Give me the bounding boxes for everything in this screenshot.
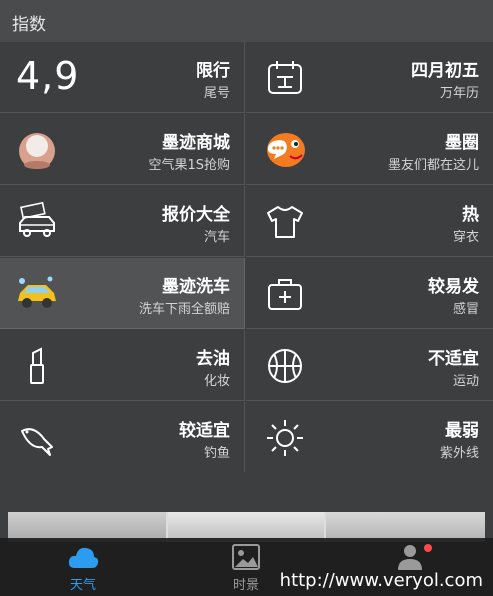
cell-moji-circle[interactable]: 墨圈 墨友们都在这儿: [246, 114, 493, 185]
cell-car-prices[interactable]: 报价大全 汽车: [0, 186, 245, 257]
section-divider: [0, 472, 493, 512]
header-bar: 指数: [0, 0, 493, 42]
cell-secondary: 运动: [452, 374, 479, 389]
sun-icon: [267, 420, 303, 456]
cell-primary: 报价大全: [162, 205, 230, 225]
index-grid: 4,9 限行 尾号 四月初五 万年历 墨迹商城 空气果1S抢购 墨圈 墨友们都在…: [0, 42, 493, 473]
cell-primary: 热: [462, 205, 479, 225]
car-price-icon: [19, 201, 55, 237]
person-icon: [398, 545, 422, 570]
cell-dressing[interactable]: 热 穿衣: [246, 186, 493, 257]
cell-car-wash[interactable]: 墨迹洗车 洗车下雨全额赔: [0, 258, 245, 329]
restriction-number: 4,9: [16, 54, 80, 98]
cell-secondary: 洗车下雨全额赔: [138, 302, 230, 317]
tab-label: 时景: [232, 578, 259, 593]
cell-primary: 不适宜: [428, 349, 479, 369]
cell-primary: 较适宜: [179, 421, 230, 441]
cell-secondary: 万年历: [439, 86, 479, 101]
notification-dot: [424, 544, 432, 552]
cell-primary: 最弱: [445, 421, 479, 441]
cell-secondary: 空气果1S抢购: [148, 158, 230, 173]
cell-secondary: 钓鱼: [203, 446, 230, 461]
cell-traffic-restriction[interactable]: 4,9 限行 尾号: [0, 42, 245, 113]
cell-primary: 去油: [196, 349, 230, 369]
fish-icon: [21, 428, 53, 456]
cell-cold[interactable]: 较易发 感冒: [246, 258, 493, 329]
cell-uv[interactable]: 最弱 紫外线: [246, 402, 493, 473]
cell-primary: 较易发: [428, 277, 479, 297]
cell-primary: 墨迹商城: [162, 133, 230, 153]
watermark-text: http://www.veryol.com: [279, 570, 483, 591]
air-fruit-icon: [19, 133, 55, 169]
cell-sports[interactable]: 不适宜 运动: [246, 330, 493, 401]
cloud-icon: [68, 547, 99, 568]
medical-kit-icon: [268, 279, 302, 310]
cell-secondary: 紫外线: [439, 446, 479, 461]
cell-primary: 墨圈: [445, 133, 479, 153]
cell-secondary: 尾号: [203, 86, 230, 101]
tshirt-icon: [267, 206, 303, 238]
cell-primary: 四月初五: [411, 61, 479, 81]
cell-secondary: 汽车: [203, 230, 230, 245]
cell-primary: 墨迹洗车: [162, 277, 230, 297]
cell-primary: 限行: [196, 61, 230, 81]
page-title: 指数: [12, 15, 46, 35]
lipstick-icon: [30, 347, 44, 384]
tab-scenery[interactable]: 时景: [216, 538, 276, 596]
basketball-icon: [268, 349, 302, 383]
cell-secondary: 化妆: [203, 374, 230, 389]
cell-secondary: 穿衣: [452, 230, 479, 245]
yellow-car-icon: [18, 276, 56, 308]
cell-makeup[interactable]: 去油 化妆: [0, 330, 245, 401]
calendar-icon: [268, 61, 302, 94]
tab-weather[interactable]: 天气: [53, 538, 113, 596]
cell-calendar[interactable]: 四月初五 万年历: [246, 42, 493, 113]
cell-secondary: 墨友们都在这儿: [387, 158, 479, 173]
photo-icon: [232, 544, 260, 570]
cell-moji-mall[interactable]: 墨迹商城 空气果1S抢购: [0, 114, 245, 185]
cell-fishing[interactable]: 较适宜 钓鱼: [0, 402, 245, 473]
cell-secondary: 感冒: [452, 302, 479, 317]
chat-bird-icon: [267, 133, 305, 167]
tab-label: 天气: [69, 578, 96, 593]
